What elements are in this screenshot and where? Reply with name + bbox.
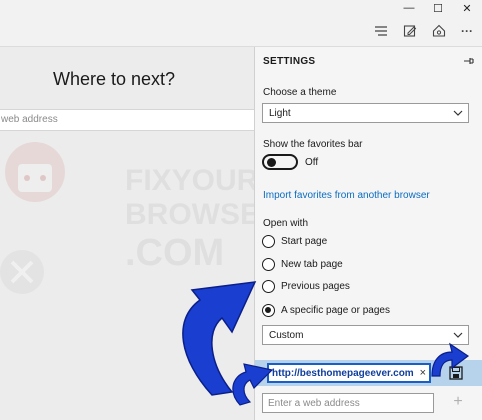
radio-label: New tab page xyxy=(281,259,343,270)
theme-label: Choose a theme xyxy=(263,87,337,98)
address-placeholder: web address xyxy=(1,114,58,125)
radio-label: Start page xyxy=(281,236,328,247)
custom-page-row: http://besthomepageever.com × xyxy=(255,360,482,386)
radio-previous-pages[interactable]: Previous pages xyxy=(262,279,472,295)
radio-start-page[interactable]: Start page xyxy=(262,234,472,250)
favorites-bar-state: Off xyxy=(305,157,319,168)
web-note-icon[interactable] xyxy=(399,20,421,42)
pin-icon[interactable] xyxy=(461,54,477,68)
settings-panel: SETTINGS Choose a theme Light Show the f… xyxy=(254,47,482,420)
page-heading: Where to next? xyxy=(53,69,176,89)
page-address-input[interactable]: web address xyxy=(0,109,260,131)
close-button[interactable]: ✕ xyxy=(453,0,481,16)
chevron-down-icon xyxy=(453,110,463,116)
theme-value: Light xyxy=(269,108,291,119)
watermark-logo: FIXYOUR BROWSER .COM xyxy=(0,142,255,294)
save-icon[interactable] xyxy=(449,366,463,380)
radio-label: A specific page or pages xyxy=(281,305,390,316)
title-bar: — ☐ ✕ xyxy=(0,0,482,16)
more-icon[interactable]: ··· xyxy=(456,20,478,42)
radio-button[interactable] xyxy=(262,280,275,293)
radio-button[interactable] xyxy=(262,258,275,271)
favorites-bar-label: Show the favorites bar xyxy=(263,139,363,150)
watermark-line-1: FIXYOUR xyxy=(125,164,255,197)
minimize-button[interactable]: — xyxy=(395,0,423,16)
watermark-line-2: BROWSER xyxy=(125,198,255,231)
toggle-knob xyxy=(267,158,276,167)
custom-url-input[interactable]: http://besthomepageever.com × xyxy=(267,363,431,383)
import-favorites-link[interactable]: Import favorites from another browser xyxy=(263,190,430,201)
specific-page-value: Custom xyxy=(269,330,304,341)
watermark-line-3: .COM xyxy=(125,232,224,274)
radio-button[interactable] xyxy=(262,235,275,248)
new-url-input[interactable]: Enter a web address xyxy=(262,393,434,413)
maximize-button[interactable]: ☐ xyxy=(424,0,452,16)
custom-url-value: http://besthomepageever.com xyxy=(272,368,414,379)
clear-icon[interactable]: × xyxy=(420,367,426,379)
hub-icon[interactable] xyxy=(370,20,392,42)
settings-title: SETTINGS xyxy=(263,56,316,67)
share-icon[interactable] xyxy=(428,20,450,42)
specific-page-select[interactable]: Custom xyxy=(262,325,469,345)
new-url-placeholder: Enter a web address xyxy=(268,398,360,409)
radio-new-tab-page[interactable]: New tab page xyxy=(262,257,472,273)
theme-select[interactable]: Light xyxy=(262,103,469,123)
radio-label: Previous pages xyxy=(281,281,350,292)
add-icon[interactable]: + xyxy=(450,393,466,411)
radio-button-selected[interactable] xyxy=(262,304,275,317)
browser-toolbar: ··· xyxy=(0,16,482,47)
open-with-label: Open with xyxy=(263,218,309,229)
radio-specific-page[interactable]: A specific page or pages xyxy=(262,303,472,319)
chevron-down-icon xyxy=(453,332,463,338)
favorites-bar-toggle[interactable] xyxy=(262,154,298,170)
